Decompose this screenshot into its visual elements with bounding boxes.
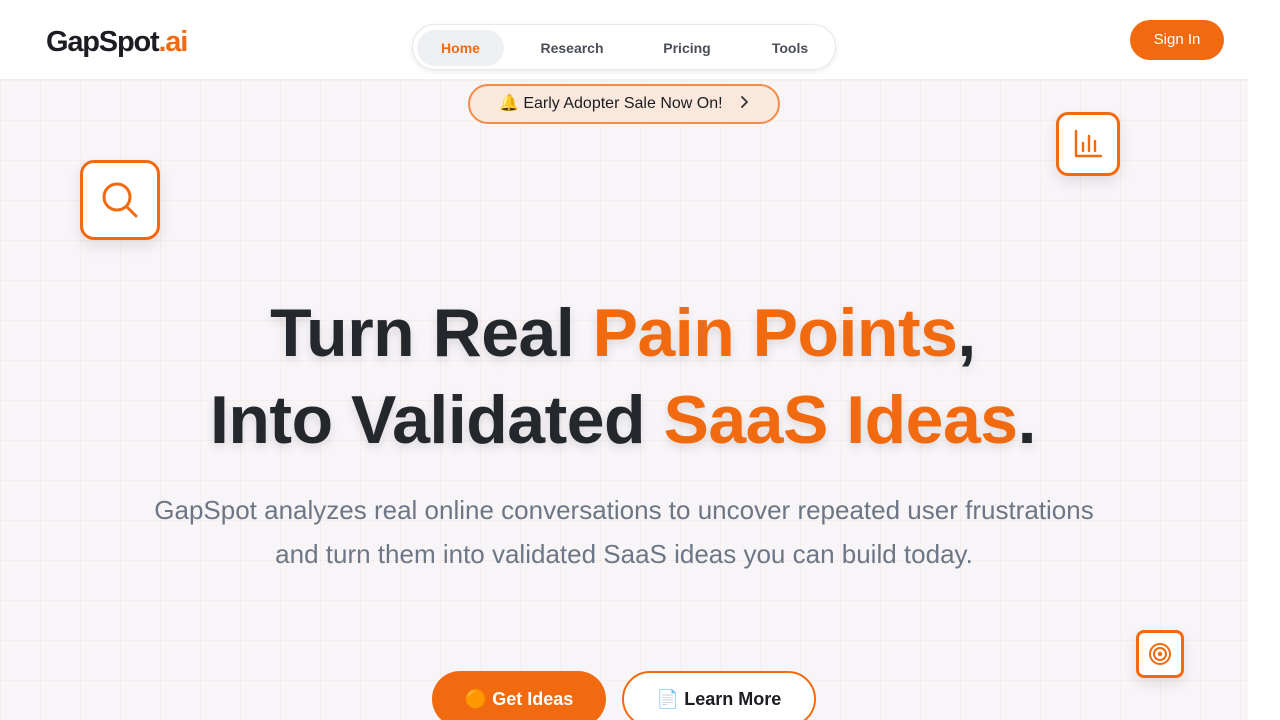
headline-line-2: Into Validated SaaS Ideas. — [0, 377, 1246, 464]
target-feature-tile — [1136, 630, 1184, 678]
sale-banner[interactable]: 🔔 Early Adopter Sale Now On! — [468, 84, 780, 124]
get-ideas-label: Get Ideas — [492, 689, 574, 709]
nav-tools[interactable]: Tools — [753, 30, 827, 66]
headline-highlight: Pain Points — [592, 295, 958, 371]
chart-feature-tile — [1056, 112, 1120, 176]
headline-text: Into Validated — [210, 382, 664, 458]
banner-text: Early Adopter Sale Now On! — [523, 95, 723, 112]
bell-icon: 🔔 — [498, 95, 519, 112]
search-feature-tile — [80, 160, 160, 240]
nav-pricing[interactable]: Pricing — [645, 30, 729, 66]
main-nav: Home Research Pricing Tools — [412, 24, 836, 70]
headline-punct: , — [957, 295, 976, 371]
target-icon — [1149, 643, 1171, 665]
document-icon: 📄 — [656, 689, 680, 709]
learn-more-button[interactable]: 📄 Learn More — [622, 671, 816, 720]
headline-text: Turn Real — [270, 295, 593, 371]
bar-chart-icon — [1074, 129, 1103, 158]
get-ideas-button[interactable]: 🟠 Get Ideas — [432, 671, 606, 720]
logo-accent: .ai — [158, 26, 188, 58]
logo-main: GapSpot — [46, 26, 160, 58]
site-header: GapSpot.ai Home Research Pricing Tools S… — [0, 0, 1248, 80]
subtitle-line-2: and turn them into validated SaaS ideas … — [275, 539, 973, 569]
orange-circle-icon: 🟠 — [464, 689, 488, 709]
sign-in-button[interactable]: Sign In — [1130, 20, 1224, 60]
headline-punct: . — [1017, 382, 1037, 458]
nav-research[interactable]: Research — [525, 30, 619, 66]
search-icon — [102, 182, 138, 218]
hero-headline: Turn Real Pain Points, Into Validated Sa… — [0, 290, 1246, 464]
subtitle-line-1: GapSpot analyzes real online conversatio… — [154, 495, 1094, 525]
headline-highlight: SaaS Ideas — [663, 382, 1018, 458]
learn-more-label: Learn More — [684, 689, 782, 709]
chevron-right-icon — [739, 86, 749, 122]
hero-subtitle: GapSpot analyzes real online conversatio… — [90, 488, 1158, 576]
logo[interactable]: GapSpot.ai — [46, 26, 188, 59]
scrollbar[interactable] — [1248, 0, 1280, 720]
headline-line-1: Turn Real Pain Points, — [0, 290, 1246, 377]
nav-home[interactable]: Home — [417, 30, 504, 66]
